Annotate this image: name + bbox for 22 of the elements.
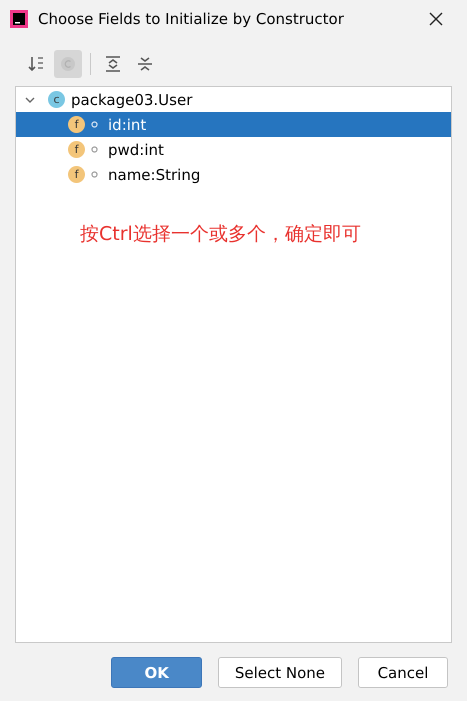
ok-button[interactable]: OK: [111, 657, 202, 688]
dot-icon: [91, 146, 98, 153]
close-icon[interactable]: [429, 12, 443, 26]
expand-all-icon: [104, 55, 122, 73]
field-icon: f: [68, 166, 85, 183]
class-icon: [60, 56, 76, 72]
class-icon: c: [48, 91, 65, 108]
app-logo-icon: [10, 10, 28, 28]
tree-node[interactable]: c package03.User: [16, 87, 451, 112]
dot-icon: [91, 171, 98, 178]
dialog-button[interactable]: Select None: [218, 657, 342, 688]
dialog-button[interactable]: Cancel: [358, 657, 448, 688]
tree-node[interactable]: f name:String: [16, 162, 451, 187]
dot-icon: [91, 121, 98, 128]
tree-node[interactable]: f pwd:int: [16, 137, 451, 162]
field-icon: f: [68, 141, 85, 158]
sort-icon: [27, 55, 45, 73]
window-title: Choose Fields to Initialize by Constructor: [38, 10, 345, 28]
collapse-all-icon: [136, 55, 154, 73]
field-icon: f: [68, 116, 85, 133]
annotation-text: 按Ctrl选择一个或多个，确定即可: [80, 222, 362, 247]
tree-node[interactable]: f id:int: [16, 112, 451, 137]
